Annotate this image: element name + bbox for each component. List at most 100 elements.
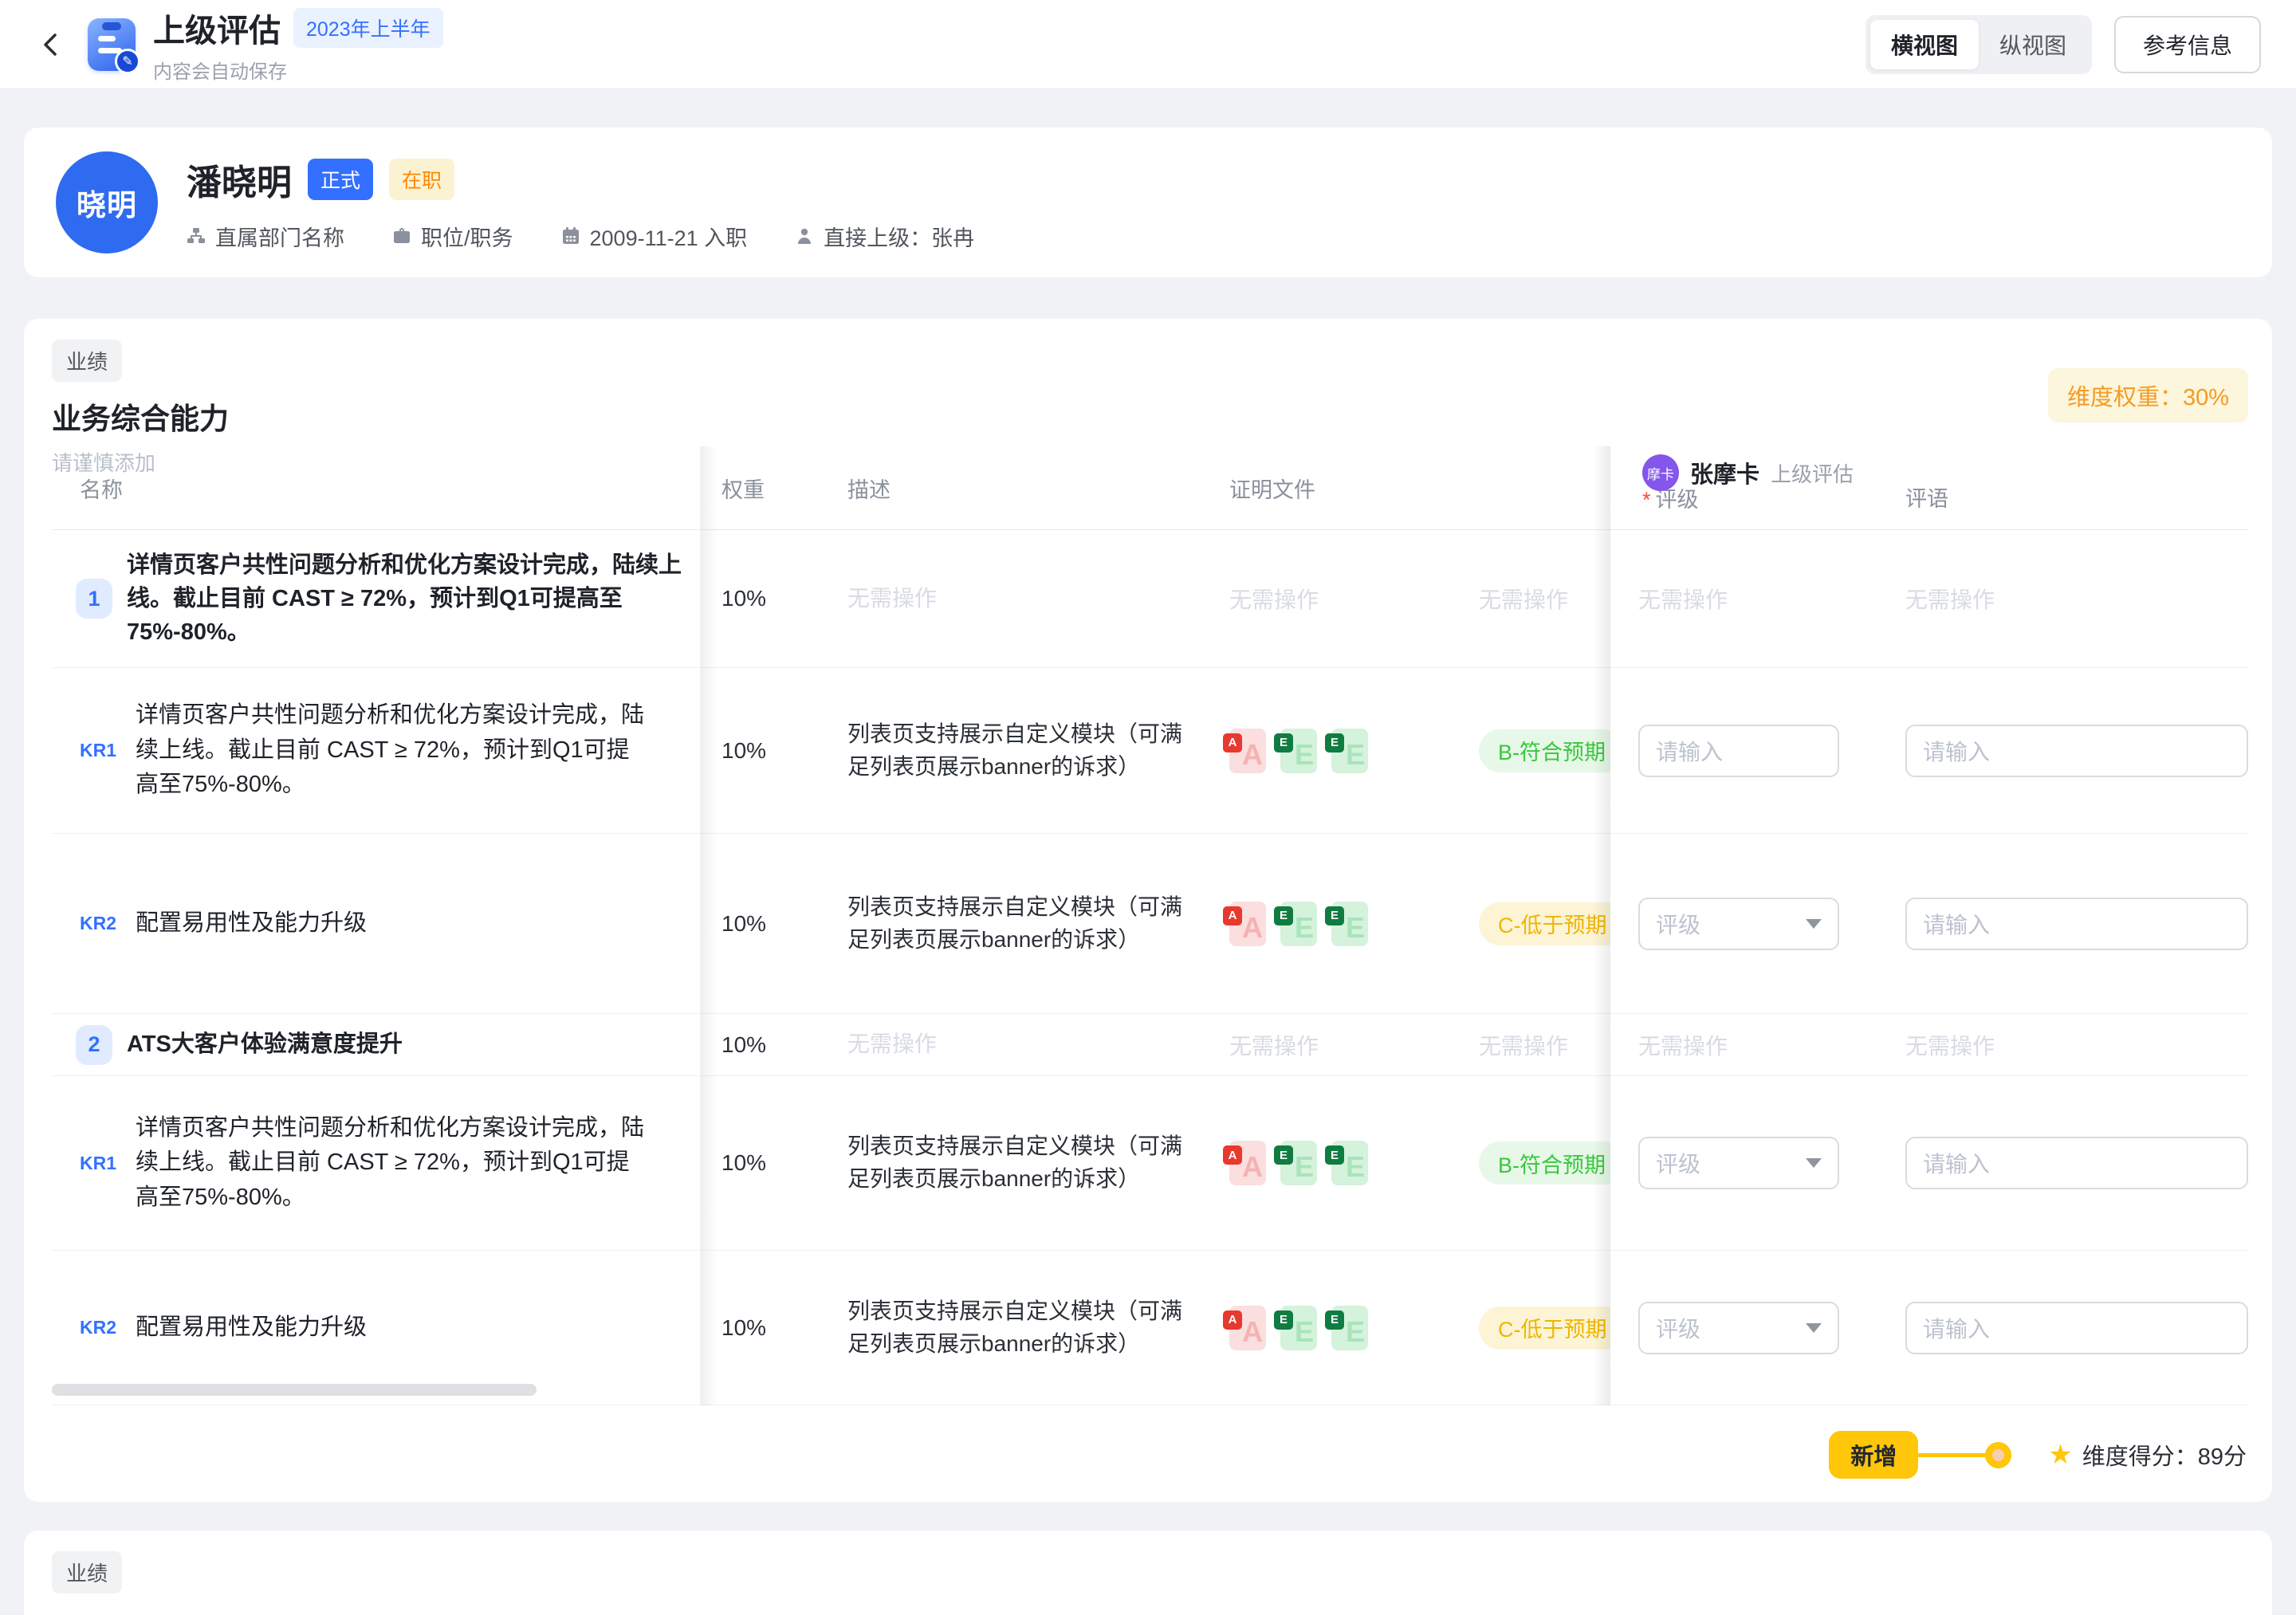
- position-item: 职位/职务: [392, 221, 513, 252]
- person-icon: [795, 226, 814, 246]
- rating-result-pill: B-符合预期: [1479, 729, 1610, 772]
- excel-file-icon[interactable]: EE: [1280, 1141, 1317, 1185]
- rating-result-cell: B-符合预期: [1479, 1076, 1610, 1251]
- evaluator-name: 张摩卡: [1690, 456, 1759, 489]
- star-icon: ★: [2048, 1441, 2072, 1468]
- excel-file-icon[interactable]: EE: [1331, 902, 1368, 946]
- not-applicable-text: 无需操作: [1479, 1029, 1568, 1061]
- connector-line: [1918, 1453, 1985, 1457]
- excel-file-icon[interactable]: EE: [1280, 1306, 1317, 1350]
- kr-name: 配置易用性及能力升级: [136, 1310, 367, 1346]
- description-cell: 无需操作: [841, 1014, 1220, 1076]
- kr-row-name-cell: KR1详情页客户共性问题分析和优化方案设计完成，陆续上线。截止目前 CAST ≥…: [52, 1076, 700, 1251]
- weight-cell: 10%: [700, 668, 841, 834]
- status-badge: 在职: [389, 159, 454, 200]
- dimension-weight-badge: 维度权重：30%: [2048, 368, 2248, 422]
- score-label: 维度得分：: [2082, 1444, 2198, 1470]
- horizontal-scrollbar[interactable]: [52, 1384, 537, 1396]
- comment-control-cell: 无需操作: [1881, 530, 2248, 668]
- evidence-files-cell: AAEEEE: [1220, 1076, 1479, 1251]
- not-applicable-text: 无需操作: [1229, 1029, 1319, 1061]
- excel-watermark: E: [1346, 1150, 1365, 1184]
- description-cell: 列表页支持展示自定义模块（可满足列表页展示banner的诉求）: [841, 834, 1220, 1014]
- excel-file-icon[interactable]: EE: [1331, 1306, 1368, 1350]
- dimension-card: 业绩 业务综合能力 请谨慎添加 维度权重：30% 名称 权重 描述 证明文件 摩…: [24, 319, 2272, 1502]
- pdf-file-icon[interactable]: AA: [1229, 1141, 1266, 1185]
- excel-file-icon[interactable]: EE: [1280, 902, 1317, 946]
- rating-input[interactable]: 请输入: [1638, 725, 1839, 777]
- weight-cell: 10%: [700, 1014, 841, 1076]
- rating-select[interactable]: 评级: [1638, 1137, 1839, 1189]
- rating-control-cell: 评级: [1610, 1251, 1881, 1405]
- rating-select[interactable]: 评级: [1638, 898, 1839, 950]
- rating-select[interactable]: 评级: [1638, 1302, 1839, 1354]
- rating-result-pill: B-符合预期: [1479, 1142, 1610, 1185]
- excel-watermark: E: [1346, 1315, 1365, 1349]
- pdf-file-icon[interactable]: AA: [1229, 902, 1266, 946]
- evaluator-role: 上级评估: [1771, 458, 1854, 488]
- weight-cell: 10%: [700, 1076, 841, 1251]
- evaluator-header: 摩卡 张摩卡 上级评估: [1642, 454, 1854, 491]
- kr-index-label: KR1: [80, 740, 124, 761]
- description-cell: 无需操作: [841, 530, 1220, 668]
- dimension-title: 业务综合能力: [52, 1606, 2244, 1615]
- not-applicable-text: 无需操作: [1905, 583, 1995, 615]
- pdf-watermark: A: [1242, 1315, 1263, 1349]
- okr-table: 名称 权重 描述 证明文件 摩卡 张摩卡 上级评估 *评级 评语 1详情页客户共…: [52, 446, 2248, 1405]
- chevron-left-icon: [35, 29, 67, 61]
- description-cell: 列表页支持展示自定义模块（可满足列表页展示banner的诉求）: [841, 1076, 1220, 1251]
- excel-file-icon[interactable]: EE: [1280, 729, 1317, 773]
- employee-name: 潘晓明: [187, 154, 292, 205]
- excel-file-icon[interactable]: EE: [1331, 729, 1368, 773]
- evidence-files-cell: AAEEEE: [1220, 1251, 1479, 1405]
- kr-row-name-cell: KR2配置易用性及能力升级: [52, 1251, 700, 1405]
- excel-watermark: E: [1346, 738, 1365, 772]
- rating-control-cell: 评级: [1610, 1076, 1881, 1251]
- calendar-icon: [561, 226, 580, 246]
- cycle-badge: 2023年上半年: [293, 8, 443, 48]
- excel-badge: E: [1274, 906, 1293, 925]
- dimension-card-2: 业绩 业务综合能力 请谨慎添加: [24, 1531, 2272, 1615]
- pdf-file-icon[interactable]: AA: [1229, 1306, 1266, 1350]
- briefcase-icon: [392, 226, 411, 246]
- excel-file-icon[interactable]: EE: [1331, 1141, 1368, 1185]
- pdf-file-icon[interactable]: AA: [1229, 729, 1266, 773]
- view-vertical-button[interactable]: 纵视图: [1979, 20, 2087, 69]
- comment-input[interactable]: 请输入: [1905, 1137, 2248, 1189]
- comment-control-cell: 无需操作: [1881, 1014, 2248, 1076]
- not-applicable-text: 无需操作: [847, 1028, 937, 1061]
- description-cell: 列表页支持展示自定义模块（可满足列表页展示banner的诉求）: [841, 668, 1220, 834]
- excel-badge: E: [1325, 1145, 1344, 1165]
- not-applicable-text: 无需操作: [1479, 583, 1568, 615]
- onboarding-dot[interactable]: [1985, 1442, 2011, 1468]
- rating-result-cell: 无需操作: [1479, 530, 1610, 668]
- comment-input[interactable]: 请输入: [1905, 898, 2248, 950]
- evaluator-avatar: 摩卡: [1642, 454, 1679, 491]
- pdf-watermark: A: [1242, 738, 1263, 772]
- add-button[interactable]: 新增: [1829, 1431, 1918, 1479]
- excel-badge: E: [1274, 733, 1293, 752]
- comment-input[interactable]: 请输入: [1905, 1302, 2248, 1354]
- caret-down-icon: [1806, 1158, 1822, 1168]
- not-applicable-text: 无需操作: [847, 583, 937, 615]
- autosave-hint: 内容会自动保存: [153, 56, 443, 84]
- objective-name: 详情页客户共性问题分析和优化方案设计完成，陆续上线。截止目前 CAST ≥ 72…: [127, 548, 689, 649]
- excel-watermark: E: [1346, 911, 1365, 945]
- kr-name: 详情页客户共性问题分析和优化方案设计完成，陆续上线。截止目前 CAST ≥ 72…: [136, 1111, 650, 1216]
- topbar: ✎ 上级评估 2023年上半年 内容会自动保存 横视图 纵视图 参考信息: [0, 0, 2296, 89]
- comment-input[interactable]: 请输入: [1905, 725, 2248, 777]
- weight-cell: 10%: [700, 530, 841, 668]
- dimension-tag: 业绩: [52, 1551, 122, 1593]
- manager-item: 直接上级：张冉: [795, 221, 974, 252]
- objective-row-name-cell: 1详情页客户共性问题分析和优化方案设计完成，陆续上线。截止目前 CAST ≥ 7…: [52, 530, 700, 668]
- pdf-badge: A: [1223, 733, 1242, 752]
- not-applicable-text: 无需操作: [1638, 583, 1728, 615]
- reference-info-button[interactable]: 参考信息: [2114, 16, 2261, 73]
- kr-name: 配置易用性及能力升级: [136, 906, 367, 941]
- view-horizontal-button[interactable]: 横视图: [1870, 20, 1979, 69]
- pdf-badge: A: [1223, 1145, 1242, 1165]
- dimension-title: 业务综合能力: [52, 395, 2244, 438]
- caret-down-icon: [1806, 919, 1822, 929]
- back-button[interactable]: [32, 26, 70, 64]
- excel-badge: E: [1325, 1310, 1344, 1330]
